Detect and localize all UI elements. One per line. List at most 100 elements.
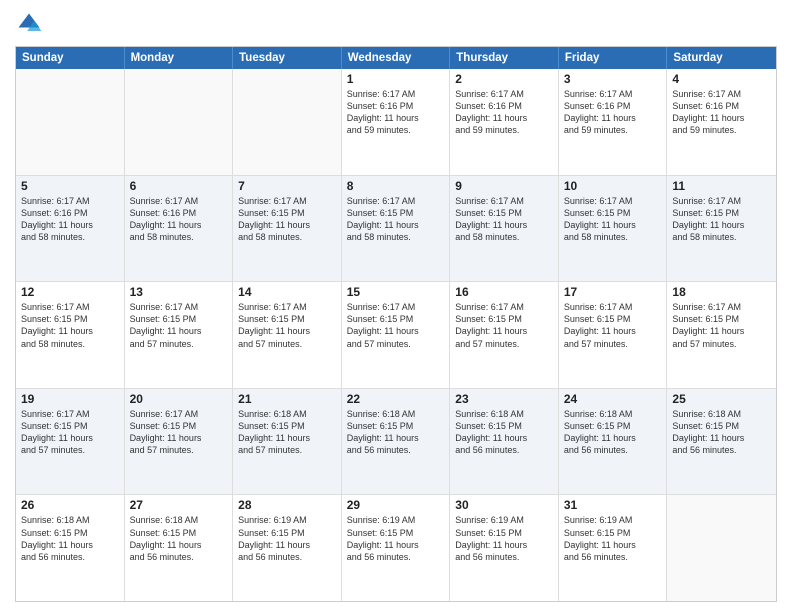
day-info: Sunrise: 6:18 AMSunset: 6:15 PMDaylight:… <box>21 514 119 563</box>
calendar-cell-24: 24 Sunrise: 6:18 AMSunset: 6:15 PMDayligh… <box>559 389 668 495</box>
header-day-saturday: Saturday <box>667 47 776 69</box>
calendar-cell-11: 11 Sunrise: 6:17 AMSunset: 6:15 PMDayligh… <box>667 176 776 282</box>
calendar-cell-19: 19 Sunrise: 6:17 AMSunset: 6:15 PMDayligh… <box>16 389 125 495</box>
calendar-row-1: 5 Sunrise: 6:17 AMSunset: 6:16 PMDaylight… <box>16 176 776 283</box>
calendar-row-3: 19 Sunrise: 6:17 AMSunset: 6:15 PMDayligh… <box>16 389 776 496</box>
day-info: Sunrise: 6:17 AMSunset: 6:16 PMDaylight:… <box>130 195 228 244</box>
day-number: 30 <box>455 498 553 512</box>
calendar-cell-27: 27 Sunrise: 6:18 AMSunset: 6:15 PMDayligh… <box>125 495 234 601</box>
calendar-cell-6: 6 Sunrise: 6:17 AMSunset: 6:16 PMDaylight… <box>125 176 234 282</box>
day-info: Sunrise: 6:17 AMSunset: 6:15 PMDaylight:… <box>672 195 771 244</box>
day-number: 7 <box>238 179 336 193</box>
day-number: 25 <box>672 392 771 406</box>
calendar-cell-12: 12 Sunrise: 6:17 AMSunset: 6:15 PMDayligh… <box>16 282 125 388</box>
day-number: 22 <box>347 392 445 406</box>
calendar-cell-21: 21Sunrise: 6:18 AMSunset: 6:15 PMDayligh… <box>233 389 342 495</box>
calendar: SundayMondayTuesdayWednesdayThursdayFrid… <box>15 46 777 602</box>
calendar-cell-8: 8 Sunrise: 6:17 AMSunset: 6:15 PMDaylight… <box>342 176 451 282</box>
calendar-cell-14: 14 Sunrise: 6:17 AMSunset: 6:15 PMDayligh… <box>233 282 342 388</box>
day-info: Sunrise: 6:17 AMSunset: 6:15 PMDaylight:… <box>455 301 553 350</box>
day-info: Sunrise: 6:17 AMSunset: 6:16 PMDaylight:… <box>347 88 445 137</box>
calendar-cell-20: 20Sunrise: 6:17 AMSunset: 6:15 PMDayligh… <box>125 389 234 495</box>
day-info: Sunrise: 6:17 AMSunset: 6:15 PMDaylight:… <box>672 301 771 350</box>
calendar-cell-9: 9 Sunrise: 6:17 AMSunset: 6:15 PMDaylight… <box>450 176 559 282</box>
calendar-row-4: 26 Sunrise: 6:18 AMSunset: 6:15 PMDayligh… <box>16 495 776 601</box>
day-info: Sunrise: 6:19 AMSunset: 6:15 PMDaylight:… <box>455 514 553 563</box>
calendar-cell-18: 18 Sunrise: 6:17 AMSunset: 6:15 PMDayligh… <box>667 282 776 388</box>
header-day-wednesday: Wednesday <box>342 47 451 69</box>
day-info: Sunrise: 6:18 AMSunset: 6:15 PMDaylight:… <box>564 408 662 457</box>
day-number: 24 <box>564 392 662 406</box>
header-day-friday: Friday <box>559 47 668 69</box>
day-info: Sunrise: 6:17 AMSunset: 6:15 PMDaylight:… <box>347 195 445 244</box>
calendar-cell-3: 3Sunrise: 6:17 AMSunset: 6:16 PMDaylight… <box>559 69 668 175</box>
calendar-cell-30: 30 Sunrise: 6:19 AMSunset: 6:15 PMDayligh… <box>450 495 559 601</box>
logo <box>15 10 47 38</box>
calendar-cell-4: 4Sunrise: 6:17 AMSunset: 6:16 PMDaylight… <box>667 69 776 175</box>
day-number: 15 <box>347 285 445 299</box>
calendar-header: SundayMondayTuesdayWednesdayThursdayFrid… <box>16 47 776 69</box>
day-info: Sunrise: 6:17 AMSunset: 6:15 PMDaylight:… <box>238 195 336 244</box>
logo-icon <box>15 10 43 38</box>
day-info: Sunrise: 6:18 AMSunset: 6:15 PMDaylight:… <box>347 408 445 457</box>
day-number: 27 <box>130 498 228 512</box>
day-info: Sunrise: 6:17 AMSunset: 6:16 PMDaylight:… <box>455 88 553 137</box>
day-info: Sunrise: 6:17 AMSunset: 6:15 PMDaylight:… <box>455 195 553 244</box>
calendar-cell-5: 5 Sunrise: 6:17 AMSunset: 6:16 PMDaylight… <box>16 176 125 282</box>
day-number: 10 <box>564 179 662 193</box>
day-info: Sunrise: 6:17 AMSunset: 6:15 PMDaylight:… <box>21 301 119 350</box>
calendar-cell-28: 28 Sunrise: 6:19 AMSunset: 6:15 PMDayligh… <box>233 495 342 601</box>
header-day-monday: Monday <box>125 47 234 69</box>
day-number: 23 <box>455 392 553 406</box>
day-info: Sunrise: 6:18 AMSunset: 6:15 PMDaylight:… <box>130 514 228 563</box>
calendar-cell-23: 23 Sunrise: 6:18 AMSunset: 6:15 PMDayligh… <box>450 389 559 495</box>
calendar-cell-empty <box>233 69 342 175</box>
calendar-cell-15: 15 Sunrise: 6:17 AMSunset: 6:15 PMDayligh… <box>342 282 451 388</box>
day-info: Sunrise: 6:17 AMSunset: 6:15 PMDaylight:… <box>564 301 662 350</box>
calendar-cell-25: 25 Sunrise: 6:18 AMSunset: 6:15 PMDayligh… <box>667 389 776 495</box>
day-number: 3 <box>564 72 662 86</box>
calendar-body: 1Sunrise: 6:17 AMSunset: 6:16 PMDaylight… <box>16 69 776 601</box>
day-number: 6 <box>130 179 228 193</box>
calendar-cell-empty <box>16 69 125 175</box>
day-info: Sunrise: 6:18 AMSunset: 6:15 PMDaylight:… <box>672 408 771 457</box>
calendar-cell-31: 31Sunrise: 6:19 AMSunset: 6:15 PMDayligh… <box>559 495 668 601</box>
day-info: Sunrise: 6:17 AMSunset: 6:15 PMDaylight:… <box>130 301 228 350</box>
calendar-cell-22: 22 Sunrise: 6:18 AMSunset: 6:15 PMDayligh… <box>342 389 451 495</box>
day-number: 17 <box>564 285 662 299</box>
day-info: Sunrise: 6:17 AMSunset: 6:15 PMDaylight:… <box>347 301 445 350</box>
day-number: 12 <box>21 285 119 299</box>
header <box>15 10 777 38</box>
calendar-cell-7: 7 Sunrise: 6:17 AMSunset: 6:15 PMDaylight… <box>233 176 342 282</box>
day-info: Sunrise: 6:17 AMSunset: 6:16 PMDaylight:… <box>21 195 119 244</box>
day-number: 11 <box>672 179 771 193</box>
calendar-row-0: 1Sunrise: 6:17 AMSunset: 6:16 PMDaylight… <box>16 69 776 176</box>
calendar-cell-empty <box>125 69 234 175</box>
day-info: Sunrise: 6:19 AMSunset: 6:15 PMDaylight:… <box>238 514 336 563</box>
day-number: 16 <box>455 285 553 299</box>
day-number: 28 <box>238 498 336 512</box>
day-number: 18 <box>672 285 771 299</box>
day-number: 8 <box>347 179 445 193</box>
day-info: Sunrise: 6:18 AMSunset: 6:15 PMDaylight:… <box>238 408 336 457</box>
day-number: 26 <box>21 498 119 512</box>
calendar-cell-29: 29Sunrise: 6:19 AMSunset: 6:15 PMDayligh… <box>342 495 451 601</box>
day-number: 2 <box>455 72 553 86</box>
header-day-sunday: Sunday <box>16 47 125 69</box>
day-info: Sunrise: 6:17 AMSunset: 6:15 PMDaylight:… <box>564 195 662 244</box>
calendar-cell-empty <box>667 495 776 601</box>
header-day-thursday: Thursday <box>450 47 559 69</box>
day-number: 5 <box>21 179 119 193</box>
day-number: 29 <box>347 498 445 512</box>
day-info: Sunrise: 6:17 AMSunset: 6:15 PMDaylight:… <box>21 408 119 457</box>
day-number: 9 <box>455 179 553 193</box>
day-info: Sunrise: 6:18 AMSunset: 6:15 PMDaylight:… <box>455 408 553 457</box>
calendar-cell-13: 13 Sunrise: 6:17 AMSunset: 6:15 PMDayligh… <box>125 282 234 388</box>
day-number: 14 <box>238 285 336 299</box>
day-number: 19 <box>21 392 119 406</box>
day-number: 13 <box>130 285 228 299</box>
day-info: Sunrise: 6:17 AMSunset: 6:15 PMDaylight:… <box>130 408 228 457</box>
calendar-cell-16: 16 Sunrise: 6:17 AMSunset: 6:15 PMDayligh… <box>450 282 559 388</box>
day-info: Sunrise: 6:17 AMSunset: 6:15 PMDaylight:… <box>238 301 336 350</box>
calendar-cell-2: 2 Sunrise: 6:17 AMSunset: 6:16 PMDaylight… <box>450 69 559 175</box>
